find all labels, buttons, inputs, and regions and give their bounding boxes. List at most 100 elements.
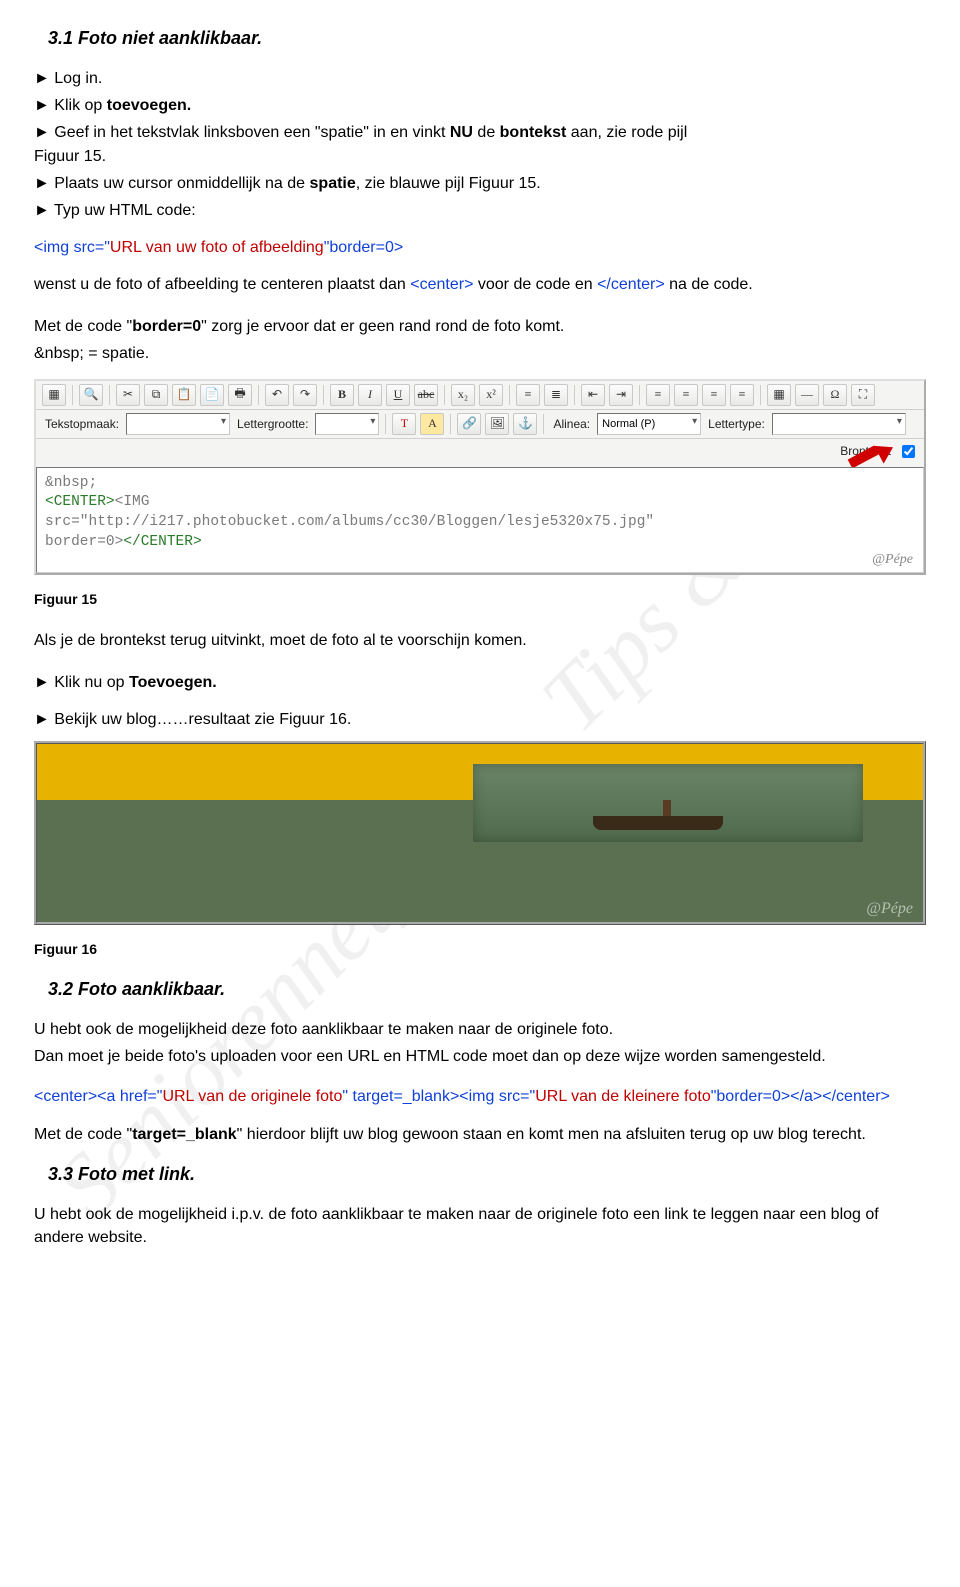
red-arrow-icon [850, 445, 896, 467]
step-plaats-cursor: Plaats uw cursor onmiddellijk na de spat… [34, 172, 926, 195]
step-bold: Toevoegen. [129, 674, 217, 691]
para-brontekst-uitvinkt: Als je de brontekst terug uitvinkt, moet… [34, 629, 926, 652]
step-text: de [473, 124, 500, 141]
alinea-label: Alinea: [550, 417, 593, 431]
separator [72, 385, 73, 405]
numbered-list-icon[interactable]: ≡ [516, 384, 540, 406]
indent-icon[interactable]: ⇥ [609, 384, 633, 406]
para-nbsp: &nbsp; = spatie. [34, 342, 926, 365]
separator [574, 385, 575, 405]
boat-shape [593, 816, 723, 830]
text: Met de code " [34, 318, 132, 335]
align-justify-icon[interactable]: ≡ [730, 384, 754, 406]
text: voor de code en [473, 276, 597, 293]
step-typ-html: Typ uw HTML code: [34, 199, 926, 222]
lettergrootte-select[interactable] [315, 413, 379, 435]
code-snippet-2: <center><a href="URL van de originele fo… [34, 1085, 926, 1109]
separator [639, 385, 640, 405]
code-line: src="http://i217.photobucket.com/albums/… [45, 513, 915, 533]
code-textarea[interactable]: &nbsp; <CENTER><IMG src="http://i217.pho… [36, 467, 924, 573]
separator [258, 385, 259, 405]
code-tag: "border=0></a></center> [711, 1088, 890, 1105]
code-line: <CENTER><IMG [45, 493, 915, 513]
bold-icon[interactable]: B [330, 384, 354, 406]
print-icon[interactable]: 🖶 [228, 384, 252, 406]
step-klik-toevoegen: Klik op toevoegen. [34, 94, 926, 117]
figure-15-caption: Figuur 15 [34, 589, 926, 609]
hr-icon[interactable]: — [795, 384, 819, 406]
bullet-list-icon[interactable]: ≣ [544, 384, 568, 406]
code-tag: "border=0> [324, 239, 404, 256]
step-bekijk-blog: Bekijk uw blog……resultaat zie Figuur 16. [34, 708, 926, 731]
toolbar-row-1: ▦ 🔍 ✂ ⧉ 📋 📄 🖶 ↶ ↷ B I U abc x₂ x² ≡ ≣ ⇤ … [36, 381, 924, 410]
step-text: Klik op [54, 97, 106, 114]
step-continuation: Figuur 15. [34, 145, 926, 168]
para-32-a: U hebt ook de mogelijkheid deze foto aan… [34, 1018, 926, 1041]
text: " zorg je ervoor dat er geen rand rond d… [201, 318, 564, 335]
link-icon[interactable]: 🔗 [457, 413, 481, 435]
step-text: Plaats uw cursor onmiddellijk na de [54, 175, 309, 192]
separator [444, 385, 445, 405]
text: wenst u de foto of afbeelding te centere… [34, 276, 410, 293]
step-text: Geef in het tekstvlak linksboven een "sp… [54, 124, 450, 141]
step-bold: toevoegen. [107, 97, 191, 114]
separator [109, 385, 110, 405]
code-tag: " target=_blank><img src=" [342, 1088, 535, 1105]
preview-icon[interactable]: 🔍 [79, 384, 103, 406]
figure-16-caption: Figuur 16 [34, 939, 926, 959]
tekstopmaak-select[interactable] [126, 413, 230, 435]
strike-icon[interactable]: abc [414, 384, 438, 406]
align-center-icon[interactable]: ≡ [674, 384, 698, 406]
fullscreen-icon[interactable]: ⛶ [851, 384, 875, 406]
brontekst-checkbox[interactable] [902, 445, 915, 458]
code-url: URL van de kleinere foto [535, 1088, 711, 1105]
bold: border=0 [132, 318, 201, 335]
redo-icon[interactable]: ↷ [293, 384, 317, 406]
anchor-icon[interactable]: ⚓ [513, 413, 537, 435]
paste-text-icon[interactable]: 📄 [200, 384, 224, 406]
italic-icon[interactable]: I [358, 384, 382, 406]
copy-icon[interactable]: ⧉ [144, 384, 168, 406]
lettertype-select[interactable] [772, 413, 906, 435]
image-icon[interactable]: 🖼 [485, 413, 509, 435]
credit-text: @Pépe [866, 900, 913, 918]
underline-icon[interactable]: U [386, 384, 410, 406]
outdent-icon[interactable]: ⇤ [581, 384, 605, 406]
para-33: U hebt ook de mogelijkheid i.p.v. de fot… [34, 1203, 926, 1249]
step-bold: bontekst [500, 124, 567, 141]
lettertype-label: Lettertype: [705, 417, 768, 431]
code-line: &nbsp; [45, 474, 915, 494]
textcolor-icon[interactable]: T [392, 413, 416, 435]
code-tag: <center><a href=" [34, 1088, 162, 1105]
code-tag: border=0> [45, 534, 123, 550]
cut-icon[interactable]: ✂ [116, 384, 140, 406]
alinea-select[interactable]: Normal (P) [597, 413, 701, 435]
separator [543, 414, 544, 434]
lettergrootte-label: Lettergrootte: [234, 417, 311, 431]
separator [760, 385, 761, 405]
bgcolor-icon[interactable]: A [420, 413, 444, 435]
align-right-icon[interactable]: ≡ [702, 384, 726, 406]
source-icon[interactable]: ▦ [42, 384, 66, 406]
figure-16-image: @Pépe [34, 741, 926, 925]
text: Met de code " [34, 1126, 132, 1143]
code-url: URL van de originele foto [162, 1088, 342, 1105]
superscript-icon[interactable]: x² [479, 384, 503, 406]
text: " hierdoor blijft uw blog gewoon staan e… [237, 1126, 866, 1143]
step-text: aan, zie rode pijl [566, 124, 687, 141]
bold: target=_blank [132, 1126, 236, 1143]
section-3-1-title: 3.1 Foto niet aanklikbaar. [48, 28, 926, 49]
subscript-icon[interactable]: x₂ [451, 384, 475, 406]
step-text: Klik nu op [54, 674, 129, 691]
step-text: , zie blauwe pijl Figuur 15. [356, 175, 541, 192]
undo-icon[interactable]: ↶ [265, 384, 289, 406]
symbol-icon[interactable]: Ω [823, 384, 847, 406]
separator [450, 414, 451, 434]
step-spatie: Geef in het tekstvlak linksboven een "sp… [34, 121, 926, 144]
paste-icon[interactable]: 📋 [172, 384, 196, 406]
table-icon[interactable]: ▦ [767, 384, 791, 406]
credit-text: @Pépe [872, 551, 913, 570]
code-inline: </center> [597, 276, 665, 293]
figure-15-editor: ▦ 🔍 ✂ ⧉ 📋 📄 🖶 ↶ ↷ B I U abc x₂ x² ≡ ≣ ⇤ … [34, 379, 926, 575]
align-left-icon[interactable]: ≡ [646, 384, 670, 406]
